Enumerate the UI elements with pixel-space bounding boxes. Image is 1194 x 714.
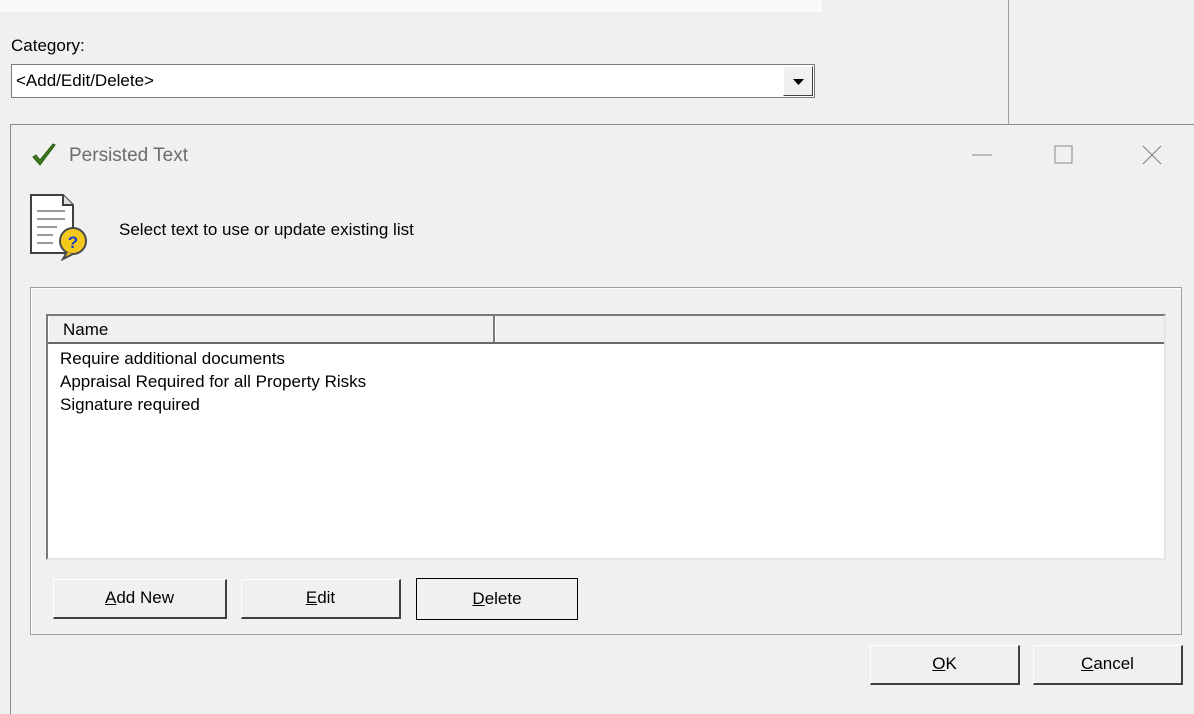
- checkmark-icon: [32, 143, 56, 166]
- category-dropdown-button[interactable]: [783, 66, 813, 96]
- delete-mnemonic: D: [472, 589, 485, 608]
- list-item[interactable]: Signature required: [60, 393, 1164, 416]
- list-body: Require additional documents Appraisal R…: [60, 347, 1164, 416]
- persisted-text-list[interactable]: Name Require additional documents Apprai…: [46, 314, 1166, 560]
- ok-mnemonic: O: [932, 654, 946, 673]
- maximize-icon: [1054, 145, 1073, 164]
- delete-button[interactable]: Delete: [416, 578, 578, 620]
- persisted-text-dialog: Persisted Text ? Select text to use or u…: [10, 124, 1194, 714]
- delete-label: elete: [484, 589, 522, 608]
- list-item[interactable]: Appraisal Required for all Property Risk…: [60, 370, 1164, 393]
- instruction-text: Select text to use or update existing li…: [119, 220, 414, 239]
- column-header-empty[interactable]: [495, 316, 1164, 342]
- category-label: Category:: [11, 36, 85, 55]
- chevron-down-icon: [793, 79, 804, 85]
- ok-button[interactable]: OK: [870, 645, 1020, 685]
- category-combobox[interactable]: <Add/Edit/Delete>: [11, 64, 815, 98]
- column-header-name[interactable]: Name: [48, 316, 495, 342]
- svg-text:?: ?: [68, 233, 78, 252]
- dialog-title: Persisted Text: [69, 145, 188, 166]
- cancel-label: ancel: [1093, 654, 1134, 673]
- minimize-icon: [972, 154, 992, 156]
- close-button[interactable]: [1129, 135, 1175, 175]
- parent-window-divider: [1008, 0, 1009, 124]
- ok-label: K: [945, 654, 957, 673]
- maximize-button[interactable]: [1041, 135, 1087, 175]
- column-header-name-label: Name: [63, 320, 109, 339]
- cancel-button[interactable]: Cancel: [1033, 645, 1183, 685]
- category-value: <Add/Edit/Delete>: [16, 71, 154, 90]
- cancel-mnemonic: C: [1081, 654, 1094, 673]
- edit-mnemonic: E: [305, 588, 318, 607]
- add-new-mnemonic: A: [105, 588, 117, 607]
- document-question-icon: ?: [30, 194, 87, 261]
- close-icon: [1142, 145, 1162, 165]
- list-header: Name: [48, 316, 1164, 344]
- edit-label: dit: [317, 588, 336, 607]
- edit-button[interactable]: Edit: [241, 579, 401, 619]
- parent-window-edge: [0, 0, 822, 12]
- add-new-button[interactable]: Add New: [53, 579, 227, 619]
- add-new-label: dd New: [116, 588, 174, 607]
- minimize-button[interactable]: [959, 135, 1005, 175]
- list-item[interactable]: Require additional documents: [60, 347, 1164, 370]
